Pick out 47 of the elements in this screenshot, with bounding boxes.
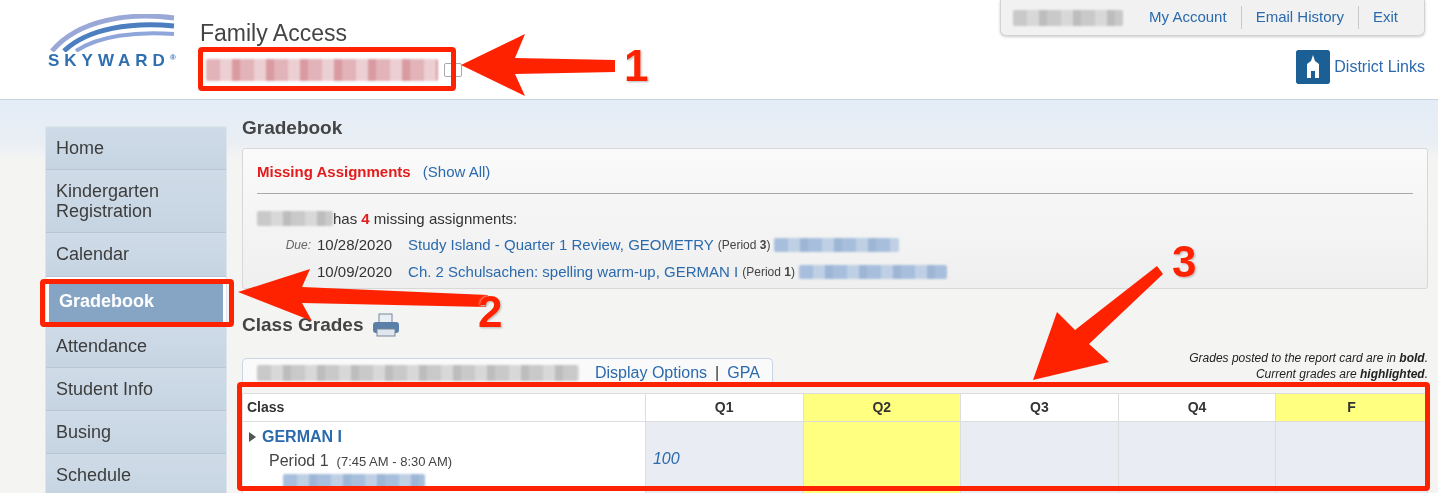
sidebar-item[interactable]: Calendar [46, 233, 226, 277]
sidebar-item[interactable]: Student Info [46, 367, 226, 412]
period-label: (Period 1) [742, 263, 795, 281]
period-label: Period 1 [269, 451, 329, 469]
annotation-number: 3 [1172, 240, 1197, 284]
section-title: Class Grades [242, 313, 364, 337]
column-header: Q3 [960, 393, 1119, 421]
tab-link[interactable]: GPA [727, 360, 760, 385]
account-link[interactable]: Exit [1358, 6, 1412, 29]
column-header: Q1 [645, 393, 803, 421]
app-title: Family Access [200, 19, 348, 48]
column-header: Class [242, 393, 646, 421]
legend-note: Grades posted to the report card are in bold. [1189, 351, 1428, 367]
column-header: F [1275, 393, 1428, 421]
sidebar-item[interactable]: Kindergarten Registration [46, 170, 226, 234]
missing-summary: has 4 missing assignments: [333, 208, 518, 229]
column-header: Q4 [1118, 393, 1276, 421]
annotation-number: 1 [624, 44, 649, 88]
sidebar-item[interactable]: Attendance [46, 324, 226, 368]
account-link[interactable]: My Account [1135, 6, 1241, 29]
class-link[interactable]: GERMAN I [262, 424, 342, 449]
due-label: Due: [284, 237, 311, 255]
district-links-link[interactable]: District Links [1296, 50, 1425, 84]
column-header: Q2 [803, 393, 961, 421]
sidebar-item[interactable]: Schedule [46, 454, 226, 493]
expand-icon[interactable] [249, 431, 256, 442]
account-link[interactable]: Email History [1240, 6, 1358, 29]
due-date: 10/09/2020 [317, 261, 393, 282]
page-title: Gradebook [242, 116, 344, 140]
assignment-link[interactable]: Study Island - Quarter 1 Review, GEOMETRY [408, 234, 714, 257]
building-icon [1296, 50, 1331, 84]
tab-link[interactable]: Display Options [595, 360, 708, 385]
class-time: (7:45 AM - 8:30 AM) [336, 453, 453, 469]
due-date: 10/28/2020 [317, 235, 393, 255]
panel-title: Missing Assignments [257, 163, 411, 180]
period-label: (Period 3) [717, 237, 771, 255]
legend-note: Current grades are highlighted. [1254, 366, 1428, 383]
assignment-link[interactable]: Ch. 2 Schulsachen: spelling warm-up, GERMAN I [408, 260, 739, 283]
printer-icon[interactable] [371, 313, 402, 338]
show-all-link[interactable]: (Show All) [422, 163, 491, 180]
sidebar-item[interactable]: Home [46, 127, 226, 171]
grade-link[interactable]: 100 [646, 450, 680, 467]
dropdown-field[interactable] [444, 62, 462, 77]
sidebar-item[interactable]: Busing [46, 411, 226, 455]
annotation-number: 2 [478, 290, 503, 334]
tab-separator: | [715, 362, 720, 383]
logo-wordmark: SKYWARD$^{®}$ [48, 52, 177, 69]
